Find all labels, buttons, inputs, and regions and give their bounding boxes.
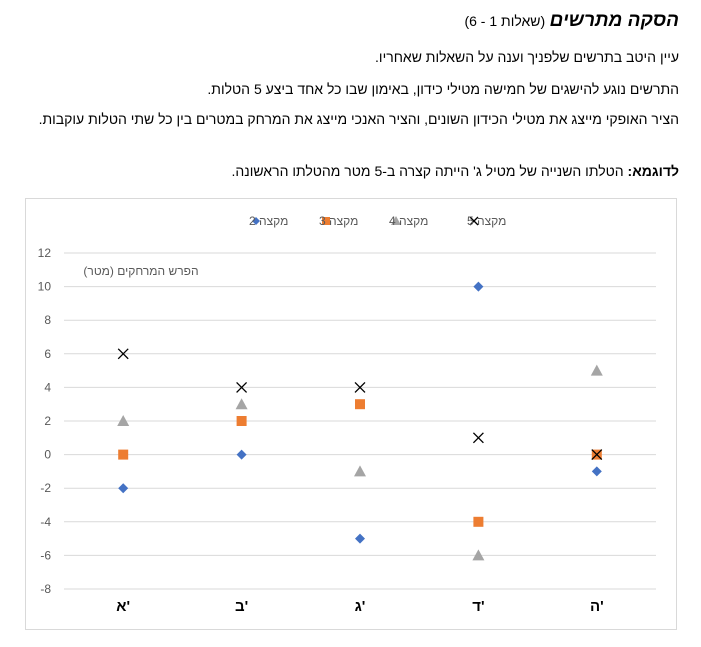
page-title: הסקה מתרשים	[549, 10, 679, 31]
y-tick-label: -8	[40, 582, 51, 596]
y-tick-label: -4	[40, 515, 51, 529]
legend-item: מקצה 4	[389, 214, 428, 228]
example-label: לדוגמא:	[627, 163, 679, 179]
example-text: הטלתו השנייה של מטיל ג' הייתה קצרה ב-5 מ…	[231, 163, 628, 179]
data-point-diamond	[118, 483, 129, 494]
y-tick-labels: -8 -6 -4 -2 0 2 4 6 8 10 12	[38, 246, 52, 596]
data-point-triangle	[590, 364, 603, 376]
x-tick-label: ד'	[472, 598, 484, 615]
y-axis-label: הפרש המרחקים (מטר)	[83, 264, 198, 278]
data-point-square	[118, 449, 129, 460]
data-point-square	[236, 416, 247, 426]
x-tick-label: א'	[116, 598, 130, 615]
legend: מקצה 2 מקצה 3 מקצה 4 מקצה 5	[249, 214, 506, 228]
y-tick-label: 10	[38, 280, 52, 294]
y-tick-label: 2	[44, 414, 51, 428]
x-tick-label: ב'	[235, 598, 248, 615]
y-tick-label: 0	[44, 448, 51, 462]
heading: הסקה מתרשים (שאלות 1 - 6)	[464, 10, 679, 32]
y-tick-label: -2	[40, 481, 51, 495]
x-tick-label: ג'	[355, 598, 366, 615]
x-tick-label: ה'	[590, 598, 604, 615]
legend-label: מקצה 5	[467, 214, 506, 228]
context-paragraph: התרשים נוגע להישגים של חמישה מטילי כידון…	[207, 81, 679, 97]
legend-item: מקצה 5	[467, 214, 506, 228]
y-tick-label: 4	[44, 380, 51, 394]
legend-label: מקצה 4	[389, 214, 428, 228]
y-tick-label: 6	[44, 347, 51, 361]
legend-label: מקצה 2	[249, 214, 288, 228]
data-point-triangle	[354, 465, 366, 477]
instruction-paragraph: עיין היטב בתרשים שלפניך וענה על השאלות ש…	[375, 49, 679, 65]
data-point-triangle	[235, 398, 248, 410]
y-tick-label: -6	[40, 548, 51, 562]
y-tick-label: 12	[38, 246, 52, 260]
legend-item: מקצה 2	[249, 214, 288, 228]
data-point-diamond	[473, 281, 484, 292]
data-point-x	[472, 432, 484, 444]
scatter-chart: -8-6-4-2024681012 א' ב' ג' ד' ה' מקצה 2 מקצה …	[38, 214, 656, 625]
data-point-square	[473, 516, 484, 527]
data-point-diamond	[591, 466, 602, 477]
axes-paragraph: הציר האופקי מייצג את מטילי הכידון השונים…	[38, 111, 679, 127]
example-paragraph: לדוגמא: הטלתו השנייה של מטיל ג' הייתה קצ…	[19, 162, 679, 181]
data-point-diamond	[355, 533, 365, 544]
legend-item: מקצה 3	[319, 214, 358, 228]
chart-frame: -8 -6 -4 -2 0 2 4 6 8 10 12 א' ב' ג' ד' ה' מקצה 2 מקצה …	[25, 198, 677, 630]
legend-label: מקצה 3	[319, 214, 358, 228]
y-tick-label: 8	[44, 313, 51, 327]
data-point-diamond	[236, 449, 247, 460]
x-tick-labels: א' ב' ג' ד' ה'	[101, 591, 619, 625]
page-subtitle: (שאלות 1 - 6)	[464, 13, 546, 29]
data-point-square	[355, 399, 365, 410]
